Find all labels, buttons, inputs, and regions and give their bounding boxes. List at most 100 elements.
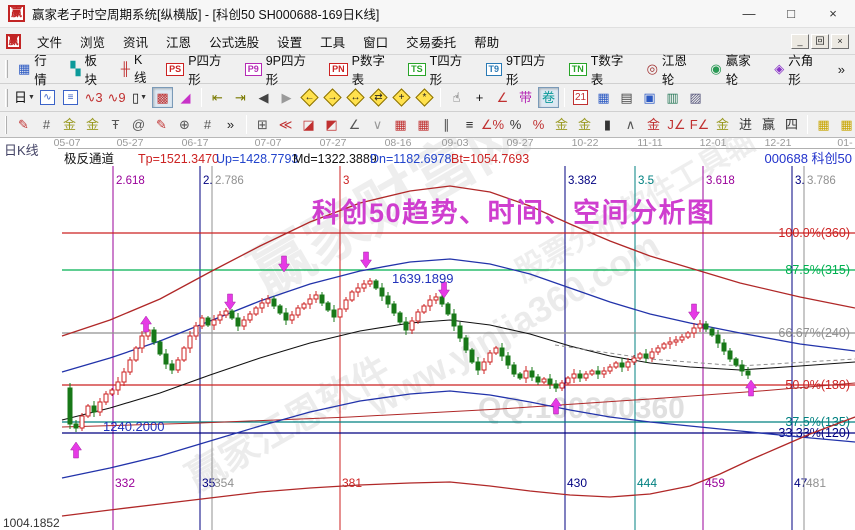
full-view-diamond[interactable]: * xyxy=(414,87,435,108)
prev-bar-button[interactable]: ◀ xyxy=(253,87,274,108)
yellow-grid-2-button[interactable]: ▦ xyxy=(836,114,855,135)
shift-right-diamond[interactable]: → xyxy=(322,87,343,108)
fan-lines-button[interactable]: ≪ xyxy=(275,114,296,135)
spiral-tool-button[interactable]: @ xyxy=(128,114,149,135)
gold-angle-red-button[interactable]: 金 xyxy=(643,114,664,135)
quotes-button[interactable]: ▦行情 xyxy=(13,47,66,91)
t-table-button[interactable]: TNT数字表 xyxy=(564,47,642,91)
angle-measure-tool-button[interactable]: ∠ xyxy=(492,87,513,108)
chart-area[interactable]: 赢家财富网赢家江恩软件股票分析软件工具轴www.yinjia360.comQQ:… xyxy=(0,138,855,530)
fan-box-1-button[interactable]: ◪ xyxy=(298,114,319,135)
maximize-button[interactable]: □ xyxy=(783,6,799,21)
wave-9-tool-button[interactable]: ∿9 xyxy=(106,87,127,108)
calculator-tool-button[interactable]: ▦ xyxy=(593,87,614,108)
calendar-tool-button[interactable]: 21 xyxy=(570,87,591,108)
next-bar-button[interactable]: ▶ xyxy=(276,87,297,108)
toolbar-grip[interactable] xyxy=(5,89,8,107)
mdi-close-button[interactable]: × xyxy=(831,34,849,49)
gold-fence-2-button[interactable]: 金 xyxy=(82,114,103,135)
t-square-button[interactable]: TST四方形 xyxy=(403,47,480,91)
gold-line-button[interactable]: 金 xyxy=(574,114,595,135)
gold-circle-button[interactable]: 金 xyxy=(551,114,572,135)
wave-9-tool-icon: ∿9 xyxy=(107,91,125,104)
percent-line-button[interactable]: % xyxy=(528,114,549,135)
gold-fence-1-button[interactable]: 金 xyxy=(59,114,80,135)
ying-angle-button[interactable]: 赢 xyxy=(758,114,779,135)
notepad-tool-button[interactable]: ▤ xyxy=(616,87,637,108)
minimize-button[interactable]: — xyxy=(741,6,757,21)
symbol-label[interactable]: 000688 科创50 xyxy=(765,151,852,166)
f-angle-button[interactable]: F∠ xyxy=(689,114,710,135)
gann-fence-1-button[interactable]: # xyxy=(36,114,57,135)
gold-angle-button[interactable]: 金 xyxy=(712,114,733,135)
winner-wheel-button[interactable]: ◉赢家轮 xyxy=(705,47,769,91)
info-list-button[interactable]: ≡ xyxy=(60,87,81,108)
cycle-scroll-tool-button[interactable]: 卷 xyxy=(538,87,559,108)
shift-right-diamond-icon: → xyxy=(328,91,338,104)
shift-left-diamond[interactable]: ← xyxy=(299,87,320,108)
ying-angle-icon: 赢 xyxy=(762,118,775,131)
frame-tool-button[interactable]: ⊞ xyxy=(252,114,273,135)
crosshair-tool-button[interactable]: + xyxy=(469,87,490,108)
print-tool-button[interactable]: ▨ xyxy=(685,87,706,108)
gann-cycle-bottom-label: 430 xyxy=(567,476,587,490)
toolbar-overflow-button[interactable]: » xyxy=(832,62,851,77)
wave-a-tool-button[interactable]: ∧ xyxy=(620,114,641,135)
fan-box-2-button[interactable]: ◩ xyxy=(321,114,342,135)
indicator-name-label[interactable]: 极反通道 xyxy=(64,152,115,166)
swap-diamond[interactable]: ⇄ xyxy=(368,87,389,108)
p-table-button[interactable]: PNP数字表 xyxy=(324,47,403,91)
ribbon-tool-button[interactable]: 带 xyxy=(515,87,536,108)
f-fence-button[interactable]: Ŧ xyxy=(105,114,126,135)
pen-measure-button[interactable]: ✎ xyxy=(151,114,172,135)
sectors-button[interactable]: ▚板块 xyxy=(66,47,116,91)
red-grid-2-button[interactable]: ▦ xyxy=(413,114,434,135)
circle-cycle-button[interactable]: ⊕ xyxy=(174,114,195,135)
date-axis-label: 07-27 xyxy=(320,138,347,149)
level-list-button[interactable]: ≡ xyxy=(459,114,480,135)
hexagon-button[interactable]: ◈六角形 xyxy=(769,47,832,91)
last-bar-button[interactable]: ⇥ xyxy=(230,87,251,108)
candle-pen-button[interactable]: ▮ xyxy=(597,114,618,135)
j-angle-button[interactable]: J∠ xyxy=(666,114,687,135)
kline-button[interactable]: ╫K线 xyxy=(116,50,161,89)
save-tool-button[interactable]: ▣ xyxy=(639,87,660,108)
draw-toolbar: ✎#金金Ŧ@✎⊕#»⊞≪◪◩∠∨▦▦∥≡∠%%%金金▮∧金J∠F∠金进赢四▦▦ xyxy=(0,112,855,138)
draw-overflow-button[interactable]: » xyxy=(220,114,241,135)
percent-angle-button[interactable]: ∠% xyxy=(482,114,503,135)
date-axis-label: 09-03 xyxy=(442,138,469,149)
red-grid-1-button[interactable]: ▦ xyxy=(390,114,411,135)
indicator-value-label: Dn=1182.6978 xyxy=(370,152,451,166)
fence-3-button[interactable]: # xyxy=(197,114,218,135)
parallel-lines-button[interactable]: ∥ xyxy=(436,114,457,135)
si-angle-button[interactable]: 四 xyxy=(781,114,802,135)
main-toolbar: ▦行情▚板块╫K线PSP四方形P99P四方形PNP数字表TST四方形T99T四方… xyxy=(0,55,855,84)
9t-square-button[interactable]: T99T四方形 xyxy=(481,47,564,91)
zoom-in-diamond[interactable]: + xyxy=(391,87,412,108)
zoom-in-diamond-icon: + xyxy=(399,91,405,104)
toolbar-grip[interactable] xyxy=(5,60,8,78)
chart-canvas[interactable]: 赢家财富网赢家江恩软件股票分析软件工具轴www.yinjia360.comQQ:… xyxy=(0,138,855,530)
expand-diamond[interactable]: ↔ xyxy=(345,87,366,108)
color-chart-tool-button[interactable]: ◢ xyxy=(175,87,196,108)
candle-style-selector-button[interactable]: ▯▼ xyxy=(129,87,150,108)
toolbar-grip[interactable] xyxy=(5,116,7,134)
hand-tool-button[interactable]: ☝ xyxy=(446,87,467,108)
check-line-button[interactable]: ∨ xyxy=(367,114,388,135)
date-axis-label: 05-07 xyxy=(54,138,81,149)
close-button[interactable]: × xyxy=(825,6,841,21)
pen-tool-button[interactable]: ✎ xyxy=(13,114,34,135)
save-image-tool-button[interactable]: ▥ xyxy=(662,87,683,108)
first-bar-button[interactable]: ⇤ xyxy=(207,87,228,108)
yellow-grid-1-button[interactable]: ▦ xyxy=(813,114,834,135)
wave-3-tool-button[interactable]: ∿3 xyxy=(83,87,104,108)
jin-angle-button[interactable]: 进 xyxy=(735,114,756,135)
period-day-selector-button[interactable]: 日▼ xyxy=(14,87,35,108)
angle-lines-button[interactable]: ∠ xyxy=(344,114,365,135)
gann-wheel-button[interactable]: ◎江恩轮 xyxy=(642,47,706,91)
pattern-tool-button[interactable]: ∿ xyxy=(37,87,58,108)
p-square-button[interactable]: PSP四方形 xyxy=(161,47,240,91)
percent-tool-button[interactable]: % xyxy=(505,114,526,135)
9p-square-button[interactable]: P99P四方形 xyxy=(240,47,324,91)
band-overlay-tool-button[interactable]: ▩ xyxy=(152,87,173,108)
